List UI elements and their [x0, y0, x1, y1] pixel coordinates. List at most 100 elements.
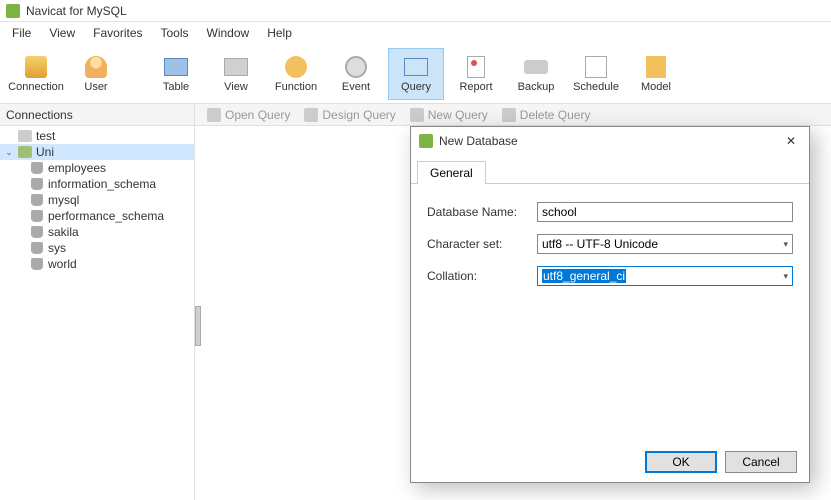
- dialog-title: New Database: [439, 134, 781, 148]
- database-item-mysql[interactable]: mysql: [0, 192, 194, 208]
- connection-icon: [22, 55, 50, 79]
- charset-select[interactable]: utf8 -- UTF-8 Unicode ▾: [537, 234, 793, 254]
- model-button[interactable]: Model: [628, 48, 684, 100]
- connection-label: Connection: [8, 81, 64, 93]
- new-query-label: New Query: [428, 108, 488, 122]
- connection-label: Uni: [36, 145, 54, 159]
- backup-label: Backup: [518, 81, 555, 93]
- dialog-titlebar[interactable]: New Database ✕: [411, 127, 809, 155]
- splitter-handle[interactable]: [195, 306, 201, 346]
- database-item-performance-schema[interactable]: performance_schema: [0, 208, 194, 224]
- dbname-input[interactable]: [537, 202, 793, 222]
- dialog-buttons: OK Cancel: [411, 442, 809, 482]
- sidebar: test ⌄ Uni employees information_schema …: [0, 126, 195, 500]
- connections-header: Connections: [0, 104, 195, 125]
- database-icon: [30, 193, 44, 207]
- event-label: Event: [342, 81, 370, 93]
- chevron-down-icon[interactable]: ⌄: [4, 147, 14, 158]
- dbname-label: Database Name:: [427, 205, 537, 219]
- app-icon: [6, 4, 20, 18]
- query-icon: [402, 55, 430, 79]
- function-button[interactable]: Function: [268, 48, 324, 100]
- backup-button[interactable]: Backup: [508, 48, 564, 100]
- open-query-label: Open Query: [225, 108, 290, 122]
- open-query-button[interactable]: Open Query: [201, 106, 296, 124]
- connection-icon: [18, 129, 32, 143]
- database-item-sakila[interactable]: sakila: [0, 224, 194, 240]
- schedule-icon: [582, 55, 610, 79]
- chevron-down-icon: ▾: [783, 271, 788, 282]
- collation-value: utf8_general_ci: [542, 269, 626, 283]
- database-item-employees[interactable]: employees: [0, 160, 194, 176]
- menu-favorites[interactable]: Favorites: [85, 24, 150, 42]
- view-button[interactable]: View: [208, 48, 264, 100]
- schedule-label: Schedule: [573, 81, 619, 93]
- titlebar: Navicat for MySQL: [0, 0, 831, 22]
- design-query-button[interactable]: Design Query: [298, 106, 401, 124]
- menu-file[interactable]: File: [4, 24, 39, 42]
- model-icon: [642, 55, 670, 79]
- database-icon: [30, 177, 44, 191]
- query-button[interactable]: Query: [388, 48, 444, 100]
- dialog-body: Database Name: Character set: utf8 -- UT…: [411, 184, 809, 442]
- table-icon: [162, 55, 190, 79]
- connection-item-uni[interactable]: ⌄ Uni: [0, 144, 194, 160]
- new-query-icon: [410, 108, 424, 122]
- dialog-icon: [419, 134, 433, 148]
- tab-general[interactable]: General: [417, 161, 486, 184]
- menu-window[interactable]: Window: [199, 24, 258, 42]
- user-button[interactable]: User: [68, 48, 124, 100]
- design-query-icon: [304, 108, 318, 122]
- schedule-button[interactable]: Schedule: [568, 48, 624, 100]
- charset-label: Character set:: [427, 237, 537, 251]
- table-label: Table: [163, 81, 189, 93]
- database-item-information-schema[interactable]: information_schema: [0, 176, 194, 192]
- backup-icon: [522, 55, 550, 79]
- close-icon[interactable]: ✕: [781, 134, 801, 148]
- connection-item-test[interactable]: test: [0, 128, 194, 144]
- database-label: sys: [48, 241, 66, 255]
- table-button[interactable]: Table: [148, 48, 204, 100]
- report-label: Report: [459, 81, 492, 93]
- connection-label: test: [36, 129, 55, 143]
- open-query-icon: [207, 108, 221, 122]
- collation-select[interactable]: utf8_general_ci ▾: [537, 266, 793, 286]
- user-icon: [82, 55, 110, 79]
- chevron-down-icon: ▾: [783, 239, 788, 250]
- model-label: Model: [641, 81, 671, 93]
- function-label: Function: [275, 81, 317, 93]
- menu-tools[interactable]: Tools: [153, 24, 197, 42]
- database-icon: [30, 257, 44, 271]
- report-button[interactable]: Report: [448, 48, 504, 100]
- database-item-sys[interactable]: sys: [0, 240, 194, 256]
- new-query-button[interactable]: New Query: [404, 106, 494, 124]
- event-icon: [342, 55, 370, 79]
- delete-query-icon: [502, 108, 516, 122]
- menubar: File View Favorites Tools Window Help: [0, 22, 831, 44]
- charset-value: utf8 -- UTF-8 Unicode: [542, 237, 658, 251]
- delete-query-button[interactable]: Delete Query: [496, 106, 597, 124]
- connection-button[interactable]: Connection: [8, 48, 64, 100]
- database-label: world: [48, 257, 77, 271]
- design-query-label: Design Query: [322, 108, 395, 122]
- new-database-dialog: New Database ✕ General Database Name: Ch…: [410, 126, 810, 483]
- event-button[interactable]: Event: [328, 48, 384, 100]
- database-label: sakila: [48, 225, 79, 239]
- collation-label: Collation:: [427, 269, 537, 283]
- database-icon: [30, 225, 44, 239]
- menu-view[interactable]: View: [41, 24, 83, 42]
- dialog-tabs: General: [411, 161, 809, 184]
- cancel-button[interactable]: Cancel: [725, 451, 797, 473]
- user-label: User: [84, 81, 107, 93]
- database-label: mysql: [48, 193, 79, 207]
- ok-button[interactable]: OK: [645, 451, 717, 473]
- database-item-world[interactable]: world: [0, 256, 194, 272]
- function-icon: [282, 55, 310, 79]
- database-label: information_schema: [48, 177, 156, 191]
- database-icon: [30, 241, 44, 255]
- report-icon: [462, 55, 490, 79]
- connection-icon: [18, 145, 32, 159]
- subtoolbar: Connections Open Query Design Query New …: [0, 104, 831, 126]
- database-icon: [30, 209, 44, 223]
- menu-help[interactable]: Help: [259, 24, 300, 42]
